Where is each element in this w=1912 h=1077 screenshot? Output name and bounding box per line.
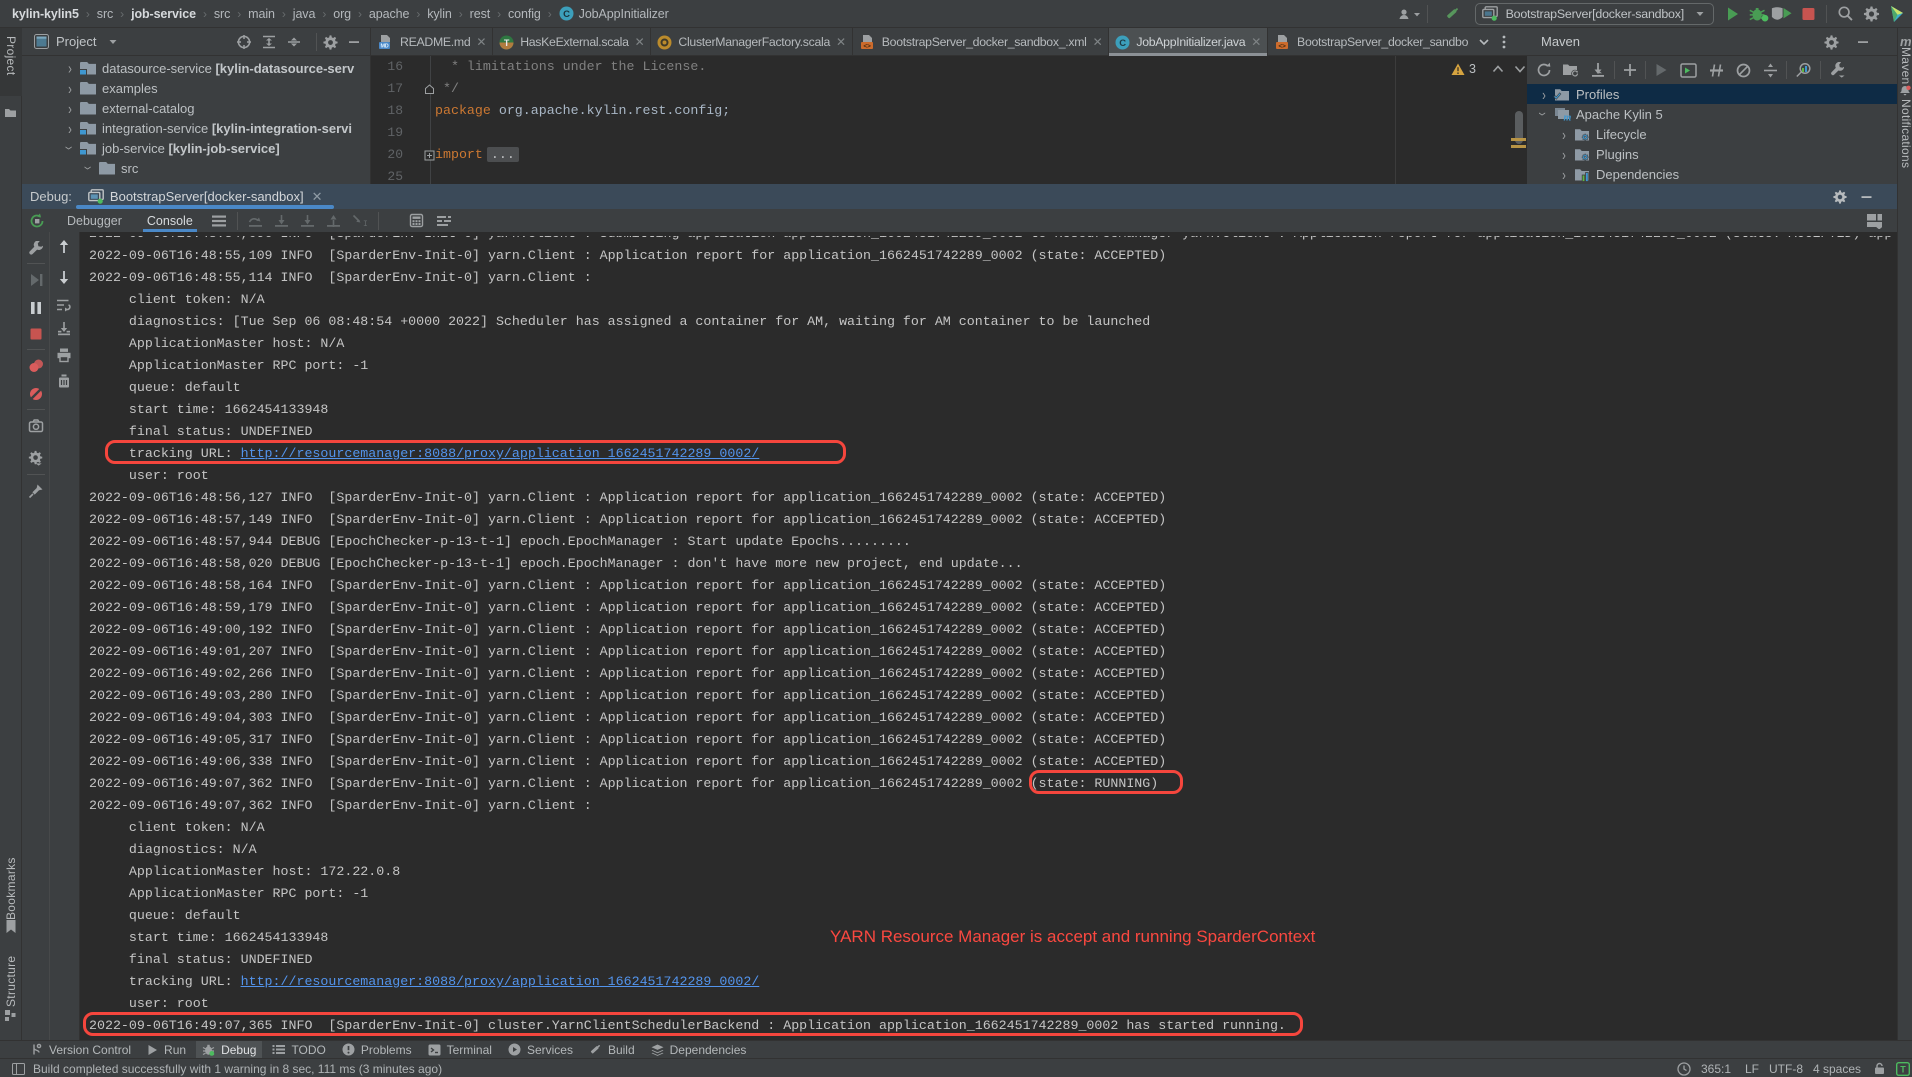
svg-text:T: T: [504, 37, 510, 47]
svg-text:C: C: [1120, 38, 1127, 49]
svg-text:MD: MD: [381, 44, 389, 50]
svg-text:T: T: [1900, 1065, 1906, 1075]
svg-text:I: I: [363, 220, 368, 228]
svg-text:<>: <>: [863, 43, 871, 50]
svg-text:m: m: [1564, 113, 1572, 124]
svg-text:<>: <>: [1278, 43, 1286, 50]
svg-text:C: C: [563, 9, 570, 20]
